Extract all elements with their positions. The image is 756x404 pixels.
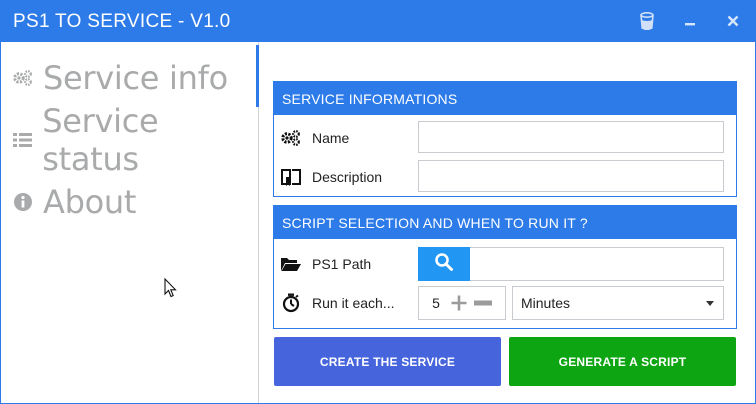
close-icon[interactable] xyxy=(721,9,745,33)
search-icon xyxy=(434,252,454,277)
mouse-cursor-icon xyxy=(164,277,178,303)
interval-stepper[interactable]: 5 xyxy=(418,286,506,320)
chevron-down-icon[interactable] xyxy=(706,301,714,306)
info-icon xyxy=(11,190,35,214)
ps1-path-input[interactable] xyxy=(470,247,724,281)
description-label: Description xyxy=(312,169,383,185)
sidebar-item-service-status[interactable]: Service status xyxy=(11,102,258,178)
sidebar-item-label: About xyxy=(43,183,137,221)
section-header: SCRIPT SELECTION AND WHEN TO RUN IT ? xyxy=(274,206,736,239)
script-selection-section: SCRIPT SELECTION AND WHEN TO RUN IT ? PS… xyxy=(273,205,737,329)
title-bar[interactable]: PS1 TO SERVICE - V1.0 xyxy=(1,1,755,42)
sidebar-item-about[interactable]: About xyxy=(11,180,136,224)
interval-row: Run it each... 5 Minutes xyxy=(274,286,736,320)
window-title: PS1 TO SERVICE - V1.0 xyxy=(13,11,231,32)
sidebar-item-label: Service status xyxy=(42,102,159,178)
interval-unit-value: Minutes xyxy=(521,295,571,311)
active-indicator xyxy=(256,45,259,107)
description-input[interactable] xyxy=(418,160,724,192)
ps1-path-row: PS1 Path xyxy=(274,247,736,281)
interval-label: Run it each... xyxy=(312,295,395,311)
name-label: Name xyxy=(312,130,350,146)
sidebar: Service info Service status About xyxy=(1,42,259,403)
bucket-icon[interactable] xyxy=(635,9,659,33)
sidebar-item-service-info[interactable]: Service info xyxy=(11,56,228,100)
gears-icon xyxy=(280,128,302,148)
interval-value[interactable]: 5 xyxy=(425,295,447,311)
create-service-button[interactable]: CREATE THE SERVICE xyxy=(274,337,501,386)
interval-unit-select[interactable]: Minutes xyxy=(512,286,724,320)
sidebar-item-label: Service info xyxy=(43,59,228,97)
browse-button[interactable] xyxy=(418,247,470,281)
service-info-section: SERVICE INFORMATIONS Name Description xyxy=(273,81,737,197)
folder-open-icon xyxy=(280,254,302,274)
stopwatch-icon xyxy=(280,293,302,313)
list-icon xyxy=(11,128,34,152)
plus-icon[interactable] xyxy=(447,291,471,315)
description-row: Description xyxy=(274,160,736,194)
ps1-path-label: PS1 Path xyxy=(312,256,372,272)
name-row: Name xyxy=(274,121,736,155)
generate-script-button[interactable]: GENERATE A SCRIPT xyxy=(509,337,736,386)
section-header: SERVICE INFORMATIONS xyxy=(274,82,736,115)
name-input[interactable] xyxy=(418,121,724,153)
minimize-icon[interactable] xyxy=(678,9,702,33)
book-icon xyxy=(280,167,302,187)
app-window: PS1 TO SERVICE - V1.0 Service info Servi… xyxy=(0,0,756,404)
minus-icon[interactable] xyxy=(471,291,495,315)
gears-icon xyxy=(11,66,35,90)
